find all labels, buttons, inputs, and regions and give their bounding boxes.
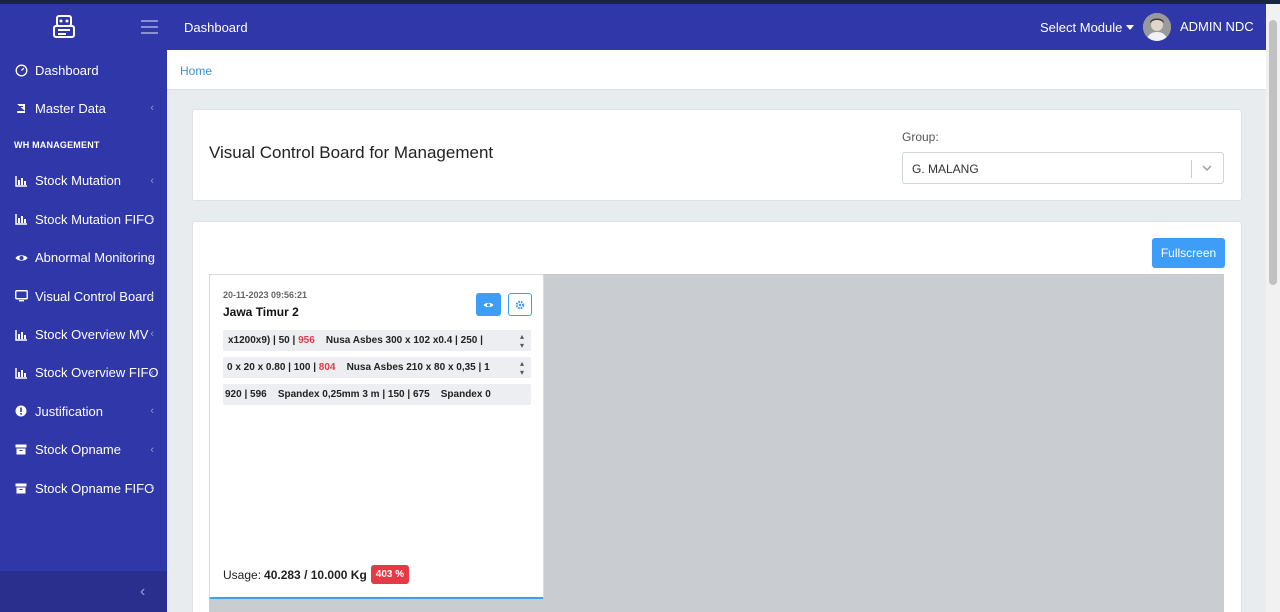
sidebar-item-stock-opname[interactable]: Stock Opname ‹ [0, 431, 167, 469]
breadcrumb-home-link[interactable]: Home [180, 64, 212, 78]
chevron-left-icon: ‹ [150, 481, 154, 494]
ticker-segment: 920 | 596 Spandex 0,25mm 3 m | 150 | 675… [225, 389, 491, 400]
chevron-left-icon: ‹ [150, 251, 154, 264]
chevron-left-icon: ‹ [150, 366, 154, 379]
warehouse-timestamp: 20-11-2023 09:56:21 [223, 290, 308, 300]
monitor-icon [14, 289, 28, 303]
sort-icon: ▴ ▾ [513, 330, 531, 351]
fullscreen-button[interactable]: Fullscreen [1152, 238, 1225, 268]
select-module-label: Select Module [1040, 20, 1123, 35]
caret-down-icon [1126, 25, 1135, 30]
sort-icon: ▴ ▾ [513, 357, 531, 378]
sidebar-item-label: Stock Overview MV [35, 327, 149, 343]
sidebar-item-stock-opname-fifo[interactable]: Stock Opname FIFO ‹ [0, 469, 167, 507]
archive-icon [14, 481, 28, 495]
group-label: Group: [902, 130, 939, 144]
bar-chart-icon [14, 366, 28, 380]
bar-chart-icon [14, 212, 28, 226]
gear-icon [515, 300, 525, 309]
sidebar-item-abnormal-monitoring[interactable]: Abnormal Monitoring ‹ [0, 239, 167, 277]
select-separator [1191, 160, 1192, 178]
chevron-left-icon: ‹ [150, 405, 154, 418]
chevron-down-icon [1202, 165, 1212, 171]
user-name[interactable]: ADMIN NDC [1180, 19, 1254, 34]
sidebar-footer: ‹ [0, 571, 167, 612]
breadcrumb: Home [167, 50, 1266, 90]
chevron-left-icon: ‹ [150, 174, 154, 187]
ticker-text: 920 | 596 Spandex 0,25mm 3 m | 150 | 675… [225, 389, 491, 400]
sidebar: Dashboard Master Data ‹ WH MANAGEMENT St… [0, 4, 167, 612]
ticker-value-alert: 804 [318, 362, 336, 373]
sidebar-item-label: Master Data [35, 101, 106, 117]
ticker-segment: Nusa Asbes 300 x 102 x0.4 | 250 | [314, 335, 486, 346]
sidebar-item-label: Stock Overview FIFO [35, 365, 159, 381]
header-card: Visual Control Board for Management Grou… [192, 109, 1242, 201]
ticker-text: 0 x 20 x 0.80 | 100 | 804 Nusa Asbes 210… [227, 362, 490, 373]
chevron-left-icon: ‹ [150, 443, 154, 456]
sidebar-toggle-icon[interactable] [141, 20, 158, 34]
chevron-left-icon: ‹ [150, 289, 154, 302]
eye-icon [14, 251, 28, 265]
sidebar-item-visual-control-board[interactable]: Visual Control Board ‹ [0, 277, 167, 315]
sidebar-item-label: Visual Control Board [35, 288, 154, 304]
view-button[interactable] [476, 293, 501, 316]
usage-value: 40.283 / 10.000 Kg [264, 567, 367, 582]
sidebar-item-justification[interactable]: Justification ‹ [0, 392, 167, 430]
sidebar-menu: Dashboard Master Data ‹ WH MANAGEMENT St… [0, 51, 167, 507]
topbar: Dashboard Select Module ADMIN NDC [167, 4, 1266, 50]
sidebar-item-stock-overview-mv[interactable]: Stock Overview MV ‹ [0, 315, 167, 353]
sidebar-item-stock-mutation[interactable]: Stock Mutation ‹ [0, 162, 167, 200]
exclamation-circle-icon [14, 404, 28, 418]
sidebar-collapse-icon[interactable]: ‹ [140, 583, 145, 601]
group-select[interactable]: G. MALANG [902, 152, 1224, 184]
ticker-value-alert: 956 [298, 335, 315, 346]
avatar[interactable] [1143, 13, 1171, 41]
group-select-value: G. MALANG [912, 162, 979, 176]
app-logo-icon[interactable] [50, 13, 78, 41]
sidebar-item-label: Abnormal Monitoring [35, 250, 155, 266]
chevron-left-icon: ‹ [150, 102, 154, 115]
usage-label: Usage: [223, 567, 262, 582]
sidebar-item-label: Stock Opname FIFO [35, 480, 155, 496]
ticker-segment: 0 x 20 x 0.80 | 100 | [227, 362, 319, 373]
chevron-left-icon: ‹ [150, 328, 154, 341]
sidebar-item-stock-overview-fifo[interactable]: Stock Overview FIFO ‹ [0, 354, 167, 392]
sidebar-item-stock-mutation-fifo[interactable]: Stock Mutation FIFO ‹ [0, 200, 167, 238]
stock-ticker[interactable]: 920 | 596 Spandex 0,25mm 3 m | 150 | 675… [223, 384, 531, 405]
scrollbar-thumb[interactable] [1269, 20, 1277, 285]
archive-icon [14, 443, 28, 457]
stock-ticker[interactable]: 0 x 20 x 0.80 | 100 | 804 Nusa Asbes 210… [223, 357, 531, 378]
bar-chart-icon [14, 328, 28, 342]
usage-row: Usage: 40.283 / 10.000 Kg 403 % [223, 565, 410, 584]
chevron-left-icon: ‹ [150, 213, 154, 226]
warehouse-name: Jawa Timur 2 [223, 305, 299, 319]
settings-button[interactable] [508, 293, 532, 316]
page-scrollbar[interactable] [1266, 4, 1280, 612]
sidebar-item-master-data[interactable]: Master Data ‹ [0, 89, 167, 127]
book-icon [14, 102, 28, 116]
sidebar-item-label: Stock Mutation FIFO [35, 211, 155, 227]
ticker-segment: x1200x9) | 50 | [228, 335, 299, 346]
usage-percent-badge: 403 % [370, 565, 410, 584]
sidebar-item-label: Dashboard [35, 62, 99, 78]
warehouse-card: 20-11-2023 09:56:21 Jawa Timur 2 x1200x9… [209, 274, 544, 599]
sidebar-section-header: WH MANAGEMENT [14, 139, 100, 150]
select-module-dropdown[interactable]: Select Module [1040, 20, 1135, 35]
sidebar-item-label: Stock Opname [35, 442, 121, 458]
ticker-text: x1200x9) | 50 | 956 Nusa Asbes 300 x 102… [228, 335, 486, 346]
bar-chart-icon [14, 174, 28, 188]
sidebar-item-label: Justification [35, 403, 103, 419]
board-area: 20-11-2023 09:56:21 Jawa Timur 2 x1200x9… [209, 274, 1224, 612]
sidebar-item-label: Stock Mutation [35, 173, 121, 189]
page-title: Dashboard [184, 20, 248, 35]
ticker-segment: Nusa Asbes 210 x 80 x 0,35 | 1 [335, 362, 490, 373]
board-card: Fullscreen 20-11-2023 09:56:21 Jawa Timu… [192, 221, 1242, 612]
board-heading: Visual Control Board for Management [209, 143, 494, 162]
sidebar-item-dashboard[interactable]: Dashboard [0, 51, 167, 89]
eye-icon [483, 302, 494, 307]
dashboard-icon [14, 63, 28, 77]
stock-ticker[interactable]: x1200x9) | 50 | 956 Nusa Asbes 300 x 102… [223, 330, 531, 351]
sidebar-brand [0, 4, 167, 50]
